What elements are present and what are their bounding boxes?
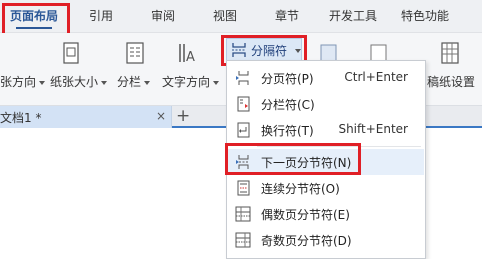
- breaks-button[interactable]: 分隔符: [226, 38, 302, 62]
- paper-size-icon: [63, 42, 79, 64]
- document-tab-title: 文档1 *: [0, 111, 42, 125]
- menu-item-shortcut: Shift+Enter: [338, 122, 408, 136]
- next-page-section-icon: [236, 155, 249, 169]
- document-tab[interactable]: 文档1 * ×: [0, 106, 172, 128]
- menu-item-label: 下一页分节符(N): [261, 156, 352, 170]
- menu-item-odd-page-section-break[interactable]: 奇数页分节符(D): [228, 227, 424, 253]
- menu-item-shortcut: Ctrl+Enter: [344, 70, 408, 84]
- close-icon[interactable]: ×: [156, 109, 166, 123]
- menu-item-label: 连续分节符(O): [261, 182, 340, 196]
- menu-item-label: 分栏符(C): [261, 98, 315, 112]
- manuscript-grid-icon: [441, 42, 459, 64]
- text-direction-button[interactable]: 文字方向: [162, 73, 220, 90]
- columns-icon: [126, 42, 144, 64]
- tab-review[interactable]: 审阅: [151, 0, 175, 33]
- menu-item-column-break[interactable]: 分栏符(C): [228, 91, 424, 117]
- breaks-dropdown-menu: 分页符(P) Ctrl+Enter 分栏符(C) 换行符(T) Shift+En…: [226, 60, 426, 259]
- chevron-down-icon: [39, 80, 46, 85]
- orientation-label: 张方向: [0, 75, 37, 89]
- menu-item-label: 奇数页分节符(D): [261, 234, 352, 248]
- ribbon-tab-bar: 页面布局 引用 审阅 视图 章节 开发工具 特色功能: [0, 0, 482, 33]
- orientation-button[interactable]: 张方向: [0, 73, 46, 90]
- menu-item-label: 偶数页分节符(E): [261, 208, 350, 222]
- tab-sections[interactable]: 章节: [275, 0, 299, 33]
- columns-label: 分栏: [117, 75, 142, 89]
- columns-button[interactable]: 分栏: [117, 73, 151, 90]
- menu-item-next-page-section-break[interactable]: 下一页分节符(N): [228, 149, 424, 175]
- manuscript-settings-button[interactable]: 稿纸设置: [427, 73, 475, 90]
- menu-item-continuous-section-break[interactable]: 连续分节符(O): [228, 175, 424, 201]
- menu-item-even-page-section-break[interactable]: 偶数页分节符(E): [228, 201, 424, 227]
- chevron-down-icon: [144, 80, 151, 85]
- paper-size-button[interactable]: 纸张大小: [50, 73, 108, 90]
- chevron-down-icon: [295, 49, 301, 53]
- text-direction-icon: A: [179, 44, 195, 65]
- breaks-label: 分隔符: [251, 44, 288, 58]
- add-tab-icon[interactable]: +: [176, 106, 190, 126]
- svg-text:A: A: [186, 50, 195, 65]
- menu-item-label: 换行符(T): [261, 124, 314, 138]
- menu-item-line-break[interactable]: 换行符(T) Shift+Enter: [228, 117, 424, 143]
- odd-page-section-icon: [235, 232, 251, 248]
- tab-view[interactable]: 视图: [213, 0, 237, 33]
- even-page-section-icon: [235, 206, 251, 222]
- column-break-icon: [237, 96, 250, 112]
- chevron-down-icon: [101, 80, 108, 85]
- paper-size-label: 纸张大小: [50, 75, 99, 89]
- page-break-icon: [236, 71, 249, 85]
- tab-page-layout[interactable]: 页面布局: [10, 0, 58, 33]
- line-break-icon: [237, 122, 250, 138]
- chevron-down-icon: [213, 80, 220, 85]
- menu-separator: [257, 146, 421, 147]
- continuous-section-icon: [237, 180, 250, 196]
- text-direction-label: 文字方向: [162, 75, 211, 89]
- manuscript-settings-label: 稿纸设置: [427, 75, 476, 89]
- menu-item-label: 分页符(P): [261, 72, 314, 86]
- tab-references[interactable]: 引用: [89, 0, 113, 33]
- menu-item-page-break[interactable]: 分页符(P) Ctrl+Enter: [228, 65, 424, 91]
- tab-developer-tools[interactable]: 开发工具: [329, 0, 377, 33]
- breaks-icon: [232, 43, 246, 57]
- tab-special-features[interactable]: 特色功能: [401, 0, 449, 33]
